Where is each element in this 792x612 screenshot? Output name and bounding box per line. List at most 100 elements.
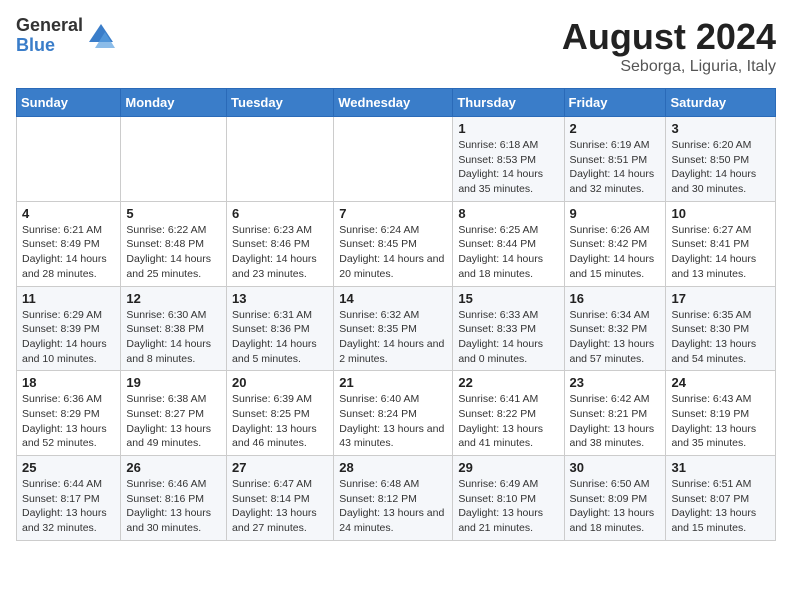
page-header: General Blue August 2024 Seborga, Liguri… [16, 16, 776, 76]
main-title: August 2024 [562, 16, 776, 58]
day-number: 29 [458, 460, 558, 475]
calendar-day-19: 19Sunrise: 6:38 AM Sunset: 8:27 PM Dayli… [121, 371, 227, 456]
day-number: 15 [458, 291, 558, 306]
day-info: Sunrise: 6:25 AM Sunset: 8:44 PM Dayligh… [458, 223, 558, 282]
calendar-week-4: 18 Sunrise: 6:36 AM Sunset: 8:29 PM Dayli… [17, 371, 776, 456]
calendar-day-4: 4Sunrise: 6:21 AM Sunset: 8:49 PM Daylig… [17, 201, 121, 286]
calendar-week-3: 11 Sunrise: 6:29 AM Sunset: 8:39 PM Dayli… [17, 286, 776, 371]
day-info: Sunrise: 6:20 AM Sunset: 8:50 PM Dayligh… [671, 138, 770, 197]
col-header-thursday: Thursday [453, 89, 564, 117]
calendar-day-25: 25Sunrise: 6:44 AM Sunset: 8:17 PM Dayli… [17, 456, 121, 541]
day-info: Sunrise: 6:22 AM Sunset: 8:48 PM Dayligh… [126, 223, 221, 282]
day-info: Sunrise: 6:41 AM Sunset: 8:22 PM Dayligh… [458, 392, 558, 451]
day-number: 17 [671, 291, 770, 306]
calendar-day-18: 18 Sunrise: 6:36 AM Sunset: 8:29 PM Dayli… [17, 371, 121, 456]
day-info: Sunrise: 6:46 AM Sunset: 8:16 PM Dayligh… [126, 477, 221, 536]
calendar-day-31: 31 Sunrise: 6:51 AM Sunset: 8:07 PM Dayli… [666, 456, 776, 541]
day-info: Sunrise: 6:36 AM Sunset: 8:29 PM Dayligh… [22, 392, 115, 451]
calendar-day-24: 24Sunrise: 6:43 AM Sunset: 8:19 PM Dayli… [666, 371, 776, 456]
day-number: 31 [671, 460, 770, 475]
empty-cell [334, 117, 453, 202]
day-info: Sunrise: 6:30 AM Sunset: 8:38 PM Dayligh… [126, 308, 221, 367]
day-number: 13 [232, 291, 328, 306]
day-info: Sunrise: 6:40 AM Sunset: 8:24 PM Dayligh… [339, 392, 447, 451]
calendar-day-14: 14 Sunrise: 6:32 AM Sunset: 8:35 PM Dayli… [334, 286, 453, 371]
day-number: 11 [22, 291, 115, 306]
empty-cell [227, 117, 334, 202]
sub-title: Seborga, Liguria, Italy [562, 58, 776, 76]
day-number: 22 [458, 375, 558, 390]
day-info: Sunrise: 6:29 AM Sunset: 8:39 PM Dayligh… [22, 308, 115, 367]
day-info: Sunrise: 6:35 AM Sunset: 8:30 PM Dayligh… [671, 308, 770, 367]
day-info: Sunrise: 6:48 AM Sunset: 8:12 PM Dayligh… [339, 477, 447, 536]
day-number: 2 [570, 121, 661, 136]
calendar-day-28: 28 Sunrise: 6:48 AM Sunset: 8:12 PM Dayli… [334, 456, 453, 541]
day-info: Sunrise: 6:32 AM Sunset: 8:35 PM Dayligh… [339, 308, 447, 367]
day-number: 8 [458, 206, 558, 221]
day-info: Sunrise: 6:24 AM Sunset: 8:45 PM Dayligh… [339, 223, 447, 282]
calendar-week-5: 25Sunrise: 6:44 AM Sunset: 8:17 PM Dayli… [17, 456, 776, 541]
header-row: SundayMondayTuesdayWednesdayThursdayFrid… [17, 89, 776, 117]
logo: General Blue [16, 16, 115, 56]
day-number: 30 [570, 460, 661, 475]
day-number: 23 [570, 375, 661, 390]
calendar-day-20: 20Sunrise: 6:39 AM Sunset: 8:25 PM Dayli… [227, 371, 334, 456]
day-number: 24 [671, 375, 770, 390]
day-number: 19 [126, 375, 221, 390]
day-info: Sunrise: 6:27 AM Sunset: 8:41 PM Dayligh… [671, 223, 770, 282]
calendar-table: SundayMondayTuesdayWednesdayThursdayFrid… [16, 88, 776, 541]
calendar-day-9: 9 Sunrise: 6:26 AM Sunset: 8:42 PM Daylig… [564, 201, 666, 286]
calendar-header: SundayMondayTuesdayWednesdayThursdayFrid… [17, 89, 776, 117]
calendar-day-2: 2 Sunrise: 6:19 AM Sunset: 8:51 PM Daylig… [564, 117, 666, 202]
calendar-day-13: 13 Sunrise: 6:31 AM Sunset: 8:36 PM Dayli… [227, 286, 334, 371]
calendar-day-29: 29 Sunrise: 6:49 AM Sunset: 8:10 PM Dayli… [453, 456, 564, 541]
day-info: Sunrise: 6:19 AM Sunset: 8:51 PM Dayligh… [570, 138, 661, 197]
day-info: Sunrise: 6:23 AM Sunset: 8:46 PM Dayligh… [232, 223, 328, 282]
empty-cell [17, 117, 121, 202]
logo-icon [87, 22, 115, 50]
day-number: 21 [339, 375, 447, 390]
day-number: 10 [671, 206, 770, 221]
day-info: Sunrise: 6:51 AM Sunset: 8:07 PM Dayligh… [671, 477, 770, 536]
day-info: Sunrise: 6:39 AM Sunset: 8:25 PM Dayligh… [232, 392, 328, 451]
calendar-body: 1 Sunrise: 6:18 AM Sunset: 8:53 PM Daylig… [17, 117, 776, 541]
calendar-day-16: 16Sunrise: 6:34 AM Sunset: 8:32 PM Dayli… [564, 286, 666, 371]
calendar-day-17: 17 Sunrise: 6:35 AM Sunset: 8:30 PM Dayli… [666, 286, 776, 371]
empty-cell [121, 117, 227, 202]
day-number: 28 [339, 460, 447, 475]
day-number: 7 [339, 206, 447, 221]
title-block: August 2024 Seborga, Liguria, Italy [562, 16, 776, 76]
day-number: 12 [126, 291, 221, 306]
col-header-wednesday: Wednesday [334, 89, 453, 117]
day-number: 3 [671, 121, 770, 136]
logo-blue: Blue [16, 36, 83, 56]
calendar-day-22: 22 Sunrise: 6:41 AM Sunset: 8:22 PM Dayli… [453, 371, 564, 456]
calendar-day-3: 3 Sunrise: 6:20 AM Sunset: 8:50 PM Daylig… [666, 117, 776, 202]
calendar-day-23: 23Sunrise: 6:42 AM Sunset: 8:21 PM Dayli… [564, 371, 666, 456]
col-header-friday: Friday [564, 89, 666, 117]
day-info: Sunrise: 6:31 AM Sunset: 8:36 PM Dayligh… [232, 308, 328, 367]
day-number: 14 [339, 291, 447, 306]
day-info: Sunrise: 6:18 AM Sunset: 8:53 PM Dayligh… [458, 138, 558, 197]
day-info: Sunrise: 6:47 AM Sunset: 8:14 PM Dayligh… [232, 477, 328, 536]
day-number: 9 [570, 206, 661, 221]
day-number: 4 [22, 206, 115, 221]
calendar-day-11: 11 Sunrise: 6:29 AM Sunset: 8:39 PM Dayli… [17, 286, 121, 371]
day-info: Sunrise: 6:26 AM Sunset: 8:42 PM Dayligh… [570, 223, 661, 282]
day-number: 18 [22, 375, 115, 390]
day-number: 6 [232, 206, 328, 221]
calendar-day-8: 8 Sunrise: 6:25 AM Sunset: 8:44 PM Daylig… [453, 201, 564, 286]
calendar-day-15: 15Sunrise: 6:33 AM Sunset: 8:33 PM Dayli… [453, 286, 564, 371]
day-number: 27 [232, 460, 328, 475]
calendar-week-1: 1 Sunrise: 6:18 AM Sunset: 8:53 PM Daylig… [17, 117, 776, 202]
day-number: 1 [458, 121, 558, 136]
day-number: 5 [126, 206, 221, 221]
calendar-day-7: 7 Sunrise: 6:24 AM Sunset: 8:45 PM Daylig… [334, 201, 453, 286]
calendar-day-26: 26Sunrise: 6:46 AM Sunset: 8:16 PM Dayli… [121, 456, 227, 541]
calendar-day-27: 27 Sunrise: 6:47 AM Sunset: 8:14 PM Dayli… [227, 456, 334, 541]
day-info: Sunrise: 6:50 AM Sunset: 8:09 PM Dayligh… [570, 477, 661, 536]
calendar-day-1: 1 Sunrise: 6:18 AM Sunset: 8:53 PM Daylig… [453, 117, 564, 202]
day-info: Sunrise: 6:49 AM Sunset: 8:10 PM Dayligh… [458, 477, 558, 536]
col-header-saturday: Saturday [666, 89, 776, 117]
calendar-week-2: 4Sunrise: 6:21 AM Sunset: 8:49 PM Daylig… [17, 201, 776, 286]
